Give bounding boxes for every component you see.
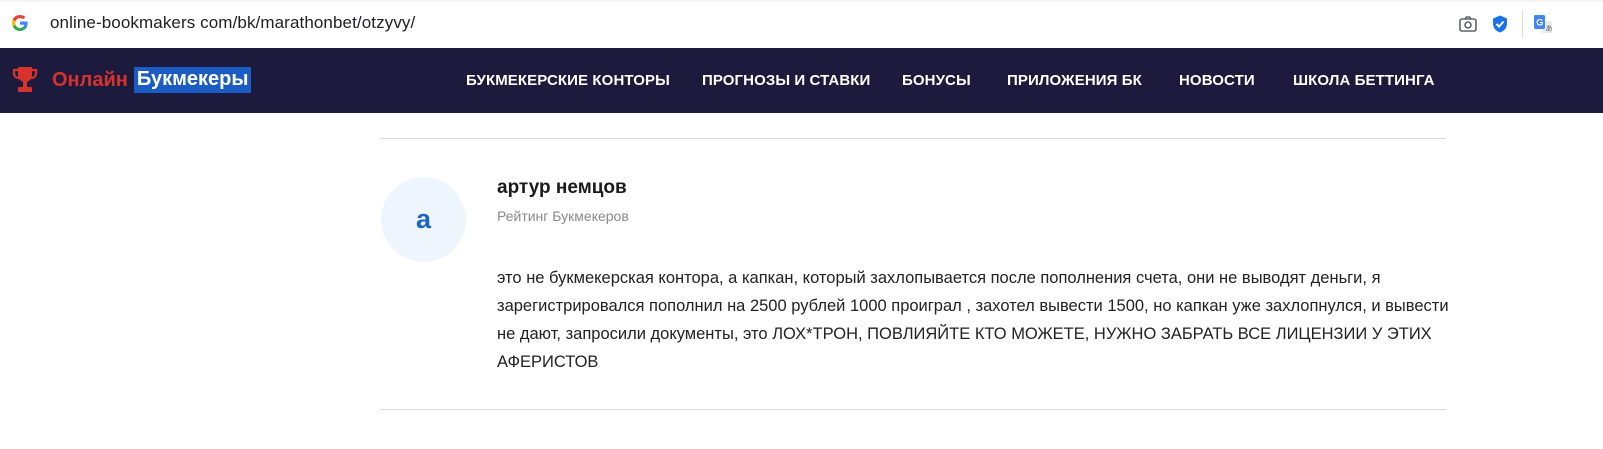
nav-apps[interactable]: ПРИЛОЖЕНИЯ БК xyxy=(1007,72,1142,89)
site-logo[interactable]: Онлайн Букмекеры xyxy=(12,63,252,97)
address-bar-top-border xyxy=(0,0,1603,2)
nav-bonuses[interactable]: БОНУСЫ xyxy=(902,72,971,89)
shield-check-icon[interactable] xyxy=(1490,14,1510,34)
divider-top xyxy=(380,138,1446,139)
divider-bottom xyxy=(380,409,1446,410)
svg-text:あ: あ xyxy=(1546,25,1553,33)
review-subtitle: Рейтинг Букмекеров xyxy=(497,208,629,224)
site-header: Онлайн Букмекеры БУКМЕКЕРСКИЕ КОНТОРЫ ПР… xyxy=(0,48,1603,113)
logo-word-online: Онлайн xyxy=(52,68,128,91)
nav-betting-school[interactable]: ШКОЛА БЕТТИНГА xyxy=(1293,72,1435,89)
camera-icon[interactable] xyxy=(1458,14,1478,34)
toolbar-separator xyxy=(1522,10,1523,38)
google-favicon-icon xyxy=(12,15,28,31)
nav-predictions[interactable]: ПРОГНОЗЫ И СТАВКИ xyxy=(702,72,870,89)
nav-news[interactable]: НОВОСТИ xyxy=(1179,72,1255,89)
svg-text:G: G xyxy=(1536,18,1543,28)
avatar-letter: a xyxy=(415,204,432,234)
translate-icon[interactable]: G あ xyxy=(1533,14,1553,34)
address-bar-url[interactable]: online-bookmakers com/bk/marathonbet/otz… xyxy=(50,13,415,33)
review-author: артур немцов xyxy=(497,177,627,198)
review-text: это не букмекерская контора, а капкан, к… xyxy=(497,269,1449,371)
avatar: a xyxy=(381,177,466,262)
trophy-icon xyxy=(12,67,38,92)
browser-address-bar: online-bookmakers com/bk/marathonbet/otz… xyxy=(0,0,1603,48)
nav-bookmakers[interactable]: БУКМЕКЕРСКИЕ КОНТОРЫ xyxy=(466,72,670,89)
logo-word-bookmakers: Букмекеры xyxy=(133,67,252,93)
